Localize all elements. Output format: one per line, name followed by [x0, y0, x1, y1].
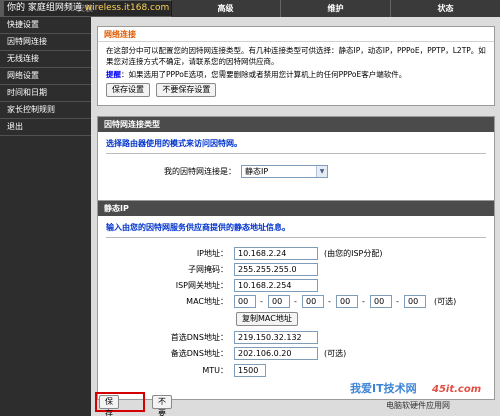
- watermark-banner: 你的 家庭组网频道 wireless.it168.com: [4, 1, 173, 16]
- logo-graphic: 我爱IT技术网 45it.com 电脑软硬件应用网: [350, 381, 481, 410]
- sidebar-item-wireless[interactable]: 无线连接: [0, 51, 91, 68]
- sidebar-item-parental[interactable]: 家长控制规则: [0, 102, 91, 119]
- divider: [106, 237, 486, 238]
- mac-separator: -: [328, 297, 331, 306]
- gateway-label: ISP网关地址：: [175, 281, 228, 290]
- logo-brand: 45it.com: [431, 384, 481, 395]
- mac-separator: -: [362, 297, 365, 306]
- ip-address-label: IP地址：: [196, 249, 228, 258]
- watermark-channel: 家庭组网频道: [27, 3, 82, 13]
- panel-description: 在这部分中可以配置您的因特网连接类型。有几种连接类型可供选择：静态IP，动态IP…: [106, 46, 486, 66]
- save-button-top[interactable]: 保存设置: [106, 83, 150, 97]
- connection-type-panel: 因特网连接类型 选择路由器使用的模式来访问因特网。 我的因特网连接是： 静态IP…: [97, 116, 495, 206]
- network-connection-panel: 网络连接 在这部分中可以配置您的因特网连接类型。有几种连接类型可供选择：静态IP…: [97, 26, 495, 106]
- subnet-mask-input[interactable]: 255.255.255.0: [234, 263, 318, 276]
- static-ip-subtitle: 输入由您的因特网服务供应商提供的静态地址信息。: [106, 223, 290, 232]
- connection-type-subtitle: 选择路由器使用的模式来访问因特网。: [106, 139, 242, 148]
- tab-advanced[interactable]: 高级: [170, 0, 280, 17]
- mac-octet-3[interactable]: 00: [302, 295, 324, 308]
- connection-type-select[interactable]: 静态IP ▼: [241, 165, 328, 178]
- tip-line: 提醒：如果选用了PPPoE选项，您需要删除或者禁用您计算机上的任何PPPoE客户…: [106, 69, 486, 80]
- connection-type-value: 静态IP: [245, 167, 269, 176]
- mtu-input[interactable]: 1500: [234, 364, 266, 377]
- secondary-dns-input[interactable]: 202.106.0.20: [234, 347, 318, 360]
- logo-line2: 电脑软硬件应用网: [386, 400, 450, 410]
- sidebar-item-network[interactable]: 网络设置: [0, 68, 91, 85]
- static-ip-title: 静态IP: [98, 201, 494, 216]
- sidebar-item-internet[interactable]: 因特网连接: [0, 34, 91, 51]
- connection-type-label: 我的因特网连接是：: [164, 167, 236, 176]
- mac-separator: -: [260, 297, 263, 306]
- mtu-label: MTU：: [202, 366, 228, 375]
- tab-status[interactable]: 状态: [390, 0, 500, 17]
- main-content: 网络连接 在这部分中可以配置您的因特网连接类型。有几种连接类型可供选择：静态IP…: [91, 17, 500, 416]
- watermark-prefix: 你的: [7, 3, 26, 13]
- secondary-dns-label: 备选DNS地址：: [170, 349, 228, 358]
- sidebar: 快捷设置 因特网连接 无线连接 网络设置 时间和日期 家长控制规则 退出: [0, 17, 91, 416]
- tip-label: 提醒: [106, 70, 121, 79]
- tab-maintenance[interactable]: 维护: [280, 0, 390, 17]
- secondary-dns-note: (可选): [324, 349, 347, 358]
- static-ip-panel: 静态IP 输入由您的因特网服务供应商提供的静态地址信息。 IP地址： 10.16…: [97, 200, 495, 400]
- mac-octet-5[interactable]: 00: [370, 295, 392, 308]
- gateway-input[interactable]: 10.168.2.254: [234, 279, 318, 292]
- top-nav: 安装 高级 维护 状态 你的 家庭组网频道 wireless.it168.com: [0, 0, 500, 17]
- mac-octet-4[interactable]: 00: [336, 295, 358, 308]
- primary-dns-label: 首选DNS地址：: [170, 333, 228, 342]
- ip-address-input[interactable]: 10.168.2.24: [234, 247, 318, 260]
- dont-save-button-top[interactable]: 不要保存设置: [156, 83, 217, 97]
- sidebar-item-time-date[interactable]: 时间和日期: [0, 85, 91, 102]
- mac-separator: -: [396, 297, 399, 306]
- sidebar-item-quick-setup[interactable]: 快捷设置: [0, 17, 91, 34]
- clone-mac-button[interactable]: 复制MAC地址: [236, 312, 298, 326]
- mac-octet-1[interactable]: 00: [234, 295, 256, 308]
- save-button[interactable]: 保存设置: [99, 395, 119, 416]
- dont-save-button[interactable]: 不要保存设置: [152, 395, 172, 416]
- sidebar-item-logout[interactable]: 退出: [0, 119, 91, 136]
- watermark-site: wireless.it168.com: [84, 3, 170, 13]
- divider: [106, 153, 486, 154]
- subnet-mask-label: 子网掩码：: [188, 265, 228, 274]
- tip-text: ：如果选用了PPPoE选项，您需要删除或者禁用您计算机上的任何PPPoE客户端软…: [121, 70, 407, 79]
- ip-address-note: (由您的ISP分配): [324, 249, 383, 258]
- site-logo: 我爱IT技术网 45it.com 电脑软硬件应用网: [346, 378, 496, 414]
- mac-address-label: MAC地址：: [186, 297, 228, 306]
- panel-title: 网络连接: [98, 27, 494, 42]
- primary-dns-input[interactable]: 219.150.32.132: [234, 331, 318, 344]
- mac-octet-6[interactable]: 00: [404, 295, 426, 308]
- mac-address-note: (可选): [434, 297, 457, 306]
- connection-type-title: 因特网连接类型: [98, 117, 494, 132]
- mac-octet-2[interactable]: 00: [268, 295, 290, 308]
- chevron-down-icon: ▼: [316, 166, 327, 177]
- logo-line1: 我爱IT技术网: [350, 381, 417, 395]
- mac-separator: -: [294, 297, 297, 306]
